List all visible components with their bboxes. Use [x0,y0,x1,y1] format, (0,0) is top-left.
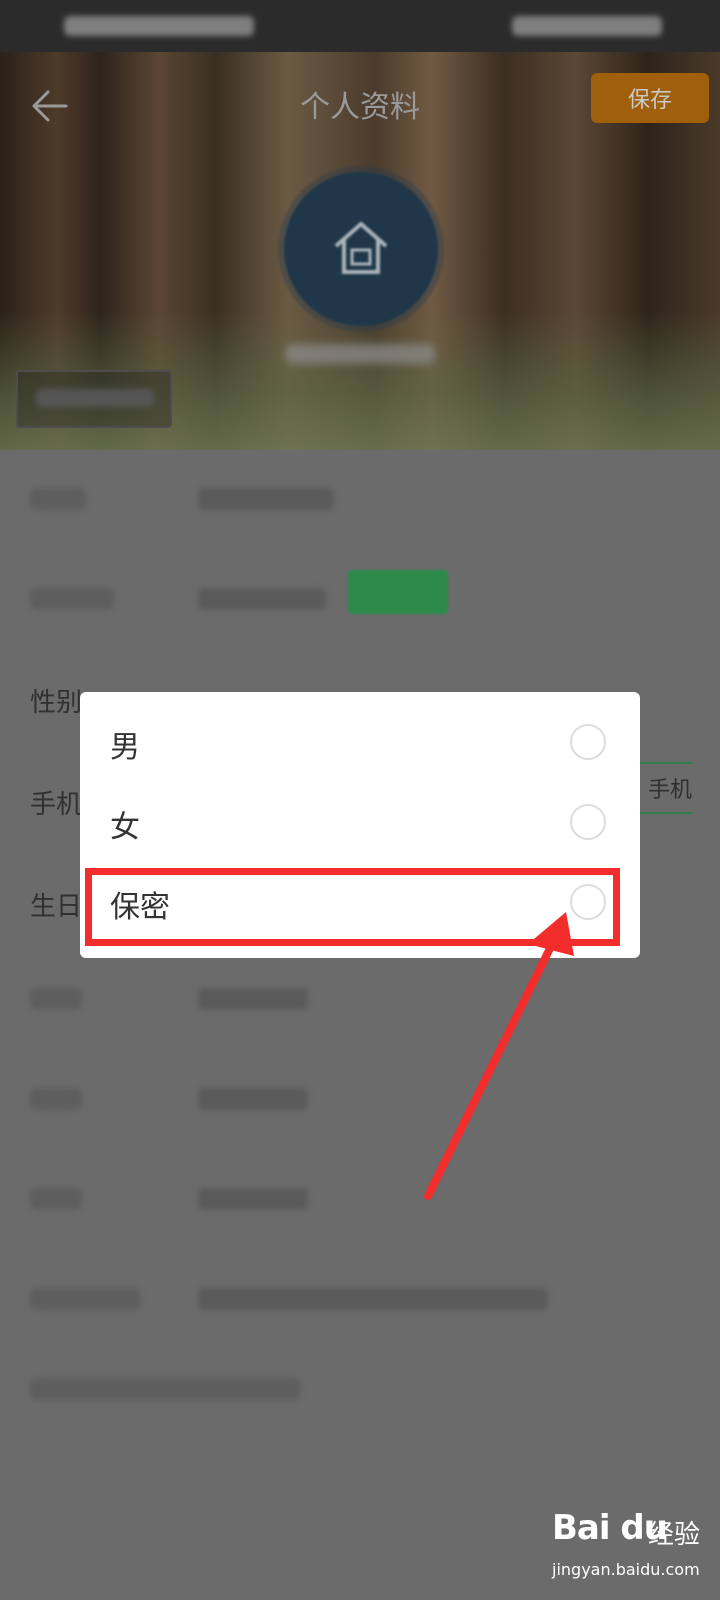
watermark-suffix: 经验 [648,1520,701,1550]
profile-field-list: 性别 手机 手机 生日 [0,450,720,1600]
watermark-url: jingyan.baidu.com [552,1560,700,1579]
option-male[interactable]: 男 [80,704,640,782]
save-button[interactable]: 保存 [591,73,709,123]
gender-label: 性别 [30,688,83,718]
row-field-8[interactable] [0,1150,720,1250]
change-background-button[interactable] [16,370,172,428]
profile-nickname [285,344,435,364]
row-field-6[interactable] [0,950,720,1050]
phone-label: 手机 [30,790,83,820]
row-footer-note [0,1340,720,1440]
avatar[interactable] [284,172,438,326]
row-nickname[interactable] [0,450,720,550]
birthday-label: 生日 [30,892,83,922]
option-label: 男 [110,730,140,765]
row-field-7[interactable] [0,1050,720,1150]
option-female[interactable]: 女 [80,784,640,862]
option-label: 女 [110,810,140,845]
status-icons [512,16,662,36]
bind-phone-button[interactable]: 手机 [634,762,692,814]
radio-button[interactable] [570,804,606,840]
row-signature[interactable] [0,1250,720,1350]
profile-header: 个人资料 保存 [0,52,720,450]
status-bar [0,0,720,52]
home-icon [334,221,388,274]
carrier-info [64,16,254,36]
baidu-jingyan-watermark: Bai du 经验 jingyan.baidu.com [552,1508,712,1592]
highlight-box [85,868,620,946]
radio-button[interactable] [570,724,606,760]
verified-badge [348,570,448,614]
